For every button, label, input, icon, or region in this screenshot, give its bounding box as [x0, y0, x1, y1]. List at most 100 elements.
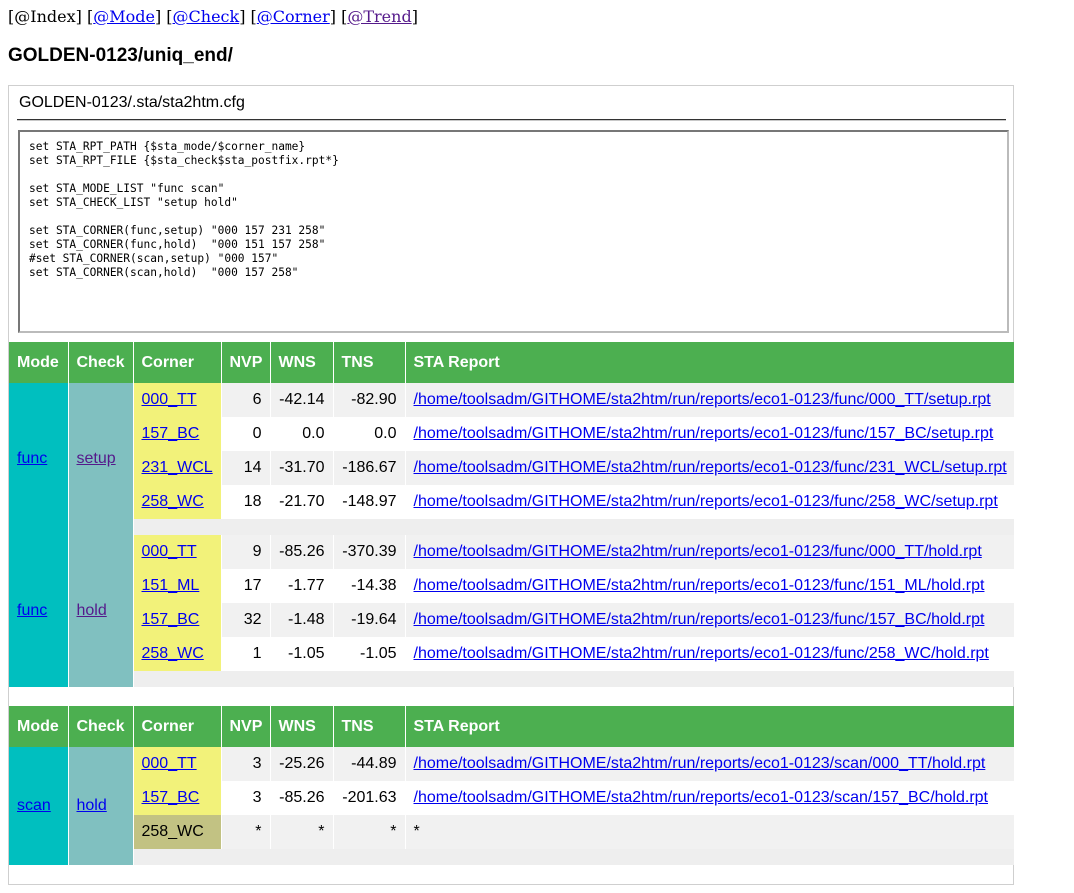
corner-link[interactable]: 258_WC	[142, 645, 204, 662]
nvp-cell: 3	[221, 747, 271, 781]
column-header-mode: Mode	[9, 706, 69, 747]
sta-table-2: Mode Check Corner NVP WNS TNS STA Report scan h…	[9, 706, 1015, 865]
corner-cell: 231_WCL	[133, 451, 222, 485]
check-cell: hold	[68, 747, 134, 865]
mode-link[interactable]: scan	[17, 797, 51, 814]
nvp-cell: 0	[221, 417, 271, 451]
corner-label: 258_WC	[141, 823, 204, 840]
corner-link[interactable]: 151_ML	[142, 577, 200, 594]
check-link[interactable]: hold	[77, 602, 107, 619]
table-row: 231_WCL 14 -31.70 -186.67/home/toolsadm/GIT…	[9, 451, 1015, 485]
config-divider	[17, 119, 1006, 121]
report-link[interactable]: /home/toolsadm/GITHOME/sta2htm/run/repor…	[414, 755, 986, 772]
column-header-wns: WNS	[270, 342, 334, 383]
corner-link[interactable]: 000_TT	[142, 755, 197, 772]
corner-link[interactable]: 000_TT	[142, 391, 197, 408]
bracket-close: ]	[154, 7, 162, 26]
table-row: 157_BC 0 0.0 0.0/home/toolsadm/GITHOME/sta2…	[9, 417, 1015, 451]
tns-cell: 0.0	[333, 417, 406, 451]
report-cell: /home/toolsadm/GITHOME/sta2htm/run/repor…	[405, 417, 1015, 451]
report-cell: /home/toolsadm/GITHOME/sta2htm/run/repor…	[405, 637, 1015, 671]
report-cell: /home/toolsadm/GITHOME/sta2htm/run/repor…	[405, 569, 1015, 603]
corner-cell: 151_ML	[133, 569, 222, 603]
check-link[interactable]: setup	[77, 450, 116, 467]
tns-cell: -186.67	[333, 451, 406, 485]
report-link[interactable]: /home/toolsadm/GITHOME/sta2htm/run/repor…	[414, 789, 989, 806]
corner-cell: 000_TT	[133, 747, 222, 781]
nvp-cell: 14	[221, 451, 271, 485]
nvp-cell: 1	[221, 637, 271, 671]
corner-cell: 258_WC	[133, 485, 222, 519]
mode-cell: func	[9, 535, 69, 687]
wns-cell: -1.77	[270, 569, 334, 603]
tns-cell: -19.64	[333, 603, 406, 637]
corner-link[interactable]: 231_WCL	[142, 459, 213, 476]
tns-cell: -148.97	[333, 485, 406, 519]
group-spacer-row	[9, 519, 1015, 535]
corner-link[interactable]: 157_BC	[142, 789, 200, 806]
wns-cell: 0.0	[270, 417, 334, 451]
wns-cell: -31.70	[270, 451, 334, 485]
config-title: GOLDEN-0123/.sta/sta2htm.cfg	[19, 94, 245, 111]
report-link[interactable]: /home/toolsadm/GITHOME/sta2htm/run/repor…	[414, 645, 989, 662]
report-panel: GOLDEN-0123/.sta/sta2htm.cfg set STA_RPT…	[8, 85, 1015, 885]
bracket-close: ]	[329, 7, 336, 26]
report-link[interactable]: /home/toolsadm/GITHOME/sta2htm/run/repor…	[414, 459, 1007, 476]
corner-cell: 000_TT	[133, 383, 222, 417]
column-header-sta-report: STA Report	[405, 706, 1015, 747]
group-spacer-row	[9, 849, 1015, 865]
report-link[interactable]: /home/toolsadm/GITHOME/sta2htm/run/repor…	[414, 425, 994, 442]
corner-cell: 000_TT	[133, 535, 222, 569]
nav-link-trend[interactable]: @Trend	[347, 7, 411, 26]
check-cell: setup	[68, 383, 134, 535]
nav-link-corner[interactable]: @Corner	[257, 7, 330, 26]
tns-cell: -14.38	[333, 569, 406, 603]
report-link[interactable]: /home/toolsadm/GITHOME/sta2htm/run/repor…	[414, 577, 985, 594]
group-spacer	[133, 671, 1015, 687]
page-title: GOLDEN-0123/uniq_end/	[8, 45, 233, 66]
mode-link[interactable]: func	[17, 602, 47, 619]
report-link[interactable]: /home/toolsadm/GITHOME/sta2htm/run/repor…	[414, 493, 998, 510]
wns-cell: -42.14	[270, 383, 334, 417]
corner-link[interactable]: 258_WC	[142, 493, 204, 510]
report-link[interactable]: /home/toolsadm/GITHOME/sta2htm/run/repor…	[414, 611, 985, 628]
wns-cell: *	[270, 815, 334, 849]
nvp-cell: *	[221, 815, 271, 849]
nvp-cell: 3	[221, 781, 271, 815]
bracket-close: ]	[75, 7, 82, 26]
tns-cell: -82.90	[333, 383, 406, 417]
mode-link[interactable]: func	[17, 450, 47, 467]
report-link[interactable]: /home/toolsadm/GITHOME/sta2htm/run/repor…	[414, 543, 982, 560]
corner-link[interactable]: 157_BC	[142, 425, 200, 442]
column-header-check: Check	[68, 342, 134, 383]
nvp-cell: 9	[221, 535, 271, 569]
report-link[interactable]: /home/toolsadm/GITHOME/sta2htm/run/repor…	[414, 391, 991, 408]
report-placeholder: *	[413, 823, 420, 840]
nvp-cell: 18	[221, 485, 271, 519]
column-header-tns: TNS	[333, 342, 406, 383]
group-spacer-row	[9, 671, 1015, 687]
corner-link[interactable]: 157_BC	[142, 611, 200, 628]
corner-cell: 157_BC	[133, 781, 222, 815]
report-cell: *	[405, 815, 1015, 849]
config-content: set STA_RPT_PATH {$sta_mode/$corner_name…	[18, 130, 1009, 333]
table-row: 157_BC 32 -1.48 -19.64/home/toolsadm/GITHOM…	[9, 603, 1015, 637]
report-cell: /home/toolsadm/GITHOME/sta2htm/run/repor…	[405, 451, 1015, 485]
table-row: func setup 000_TT 6 -42.14 -82.90/home/toolsa…	[9, 383, 1015, 535]
tns-cell: -201.63	[333, 781, 406, 815]
corner-cell: 258_WC	[133, 637, 222, 671]
check-link[interactable]: hold	[77, 797, 107, 814]
corner-link[interactable]: 000_TT	[142, 543, 197, 560]
wns-cell: -1.48	[270, 603, 334, 637]
nav-link-mode[interactable]: @Mode	[93, 7, 155, 26]
mode-cell: func	[9, 383, 69, 535]
nvp-cell: 17	[221, 569, 271, 603]
bracket-close: ]	[239, 7, 246, 26]
wns-cell: -85.26	[270, 781, 334, 815]
wns-cell: -21.70	[270, 485, 334, 519]
corner-cell: 157_BC	[133, 603, 222, 637]
table-row: scan hold 000_TT 3 -25.26 -44.89/home/toolsad…	[9, 747, 1015, 865]
table-row: 258_WC 1 -1.05 -1.05/home/toolsadm/GITHOME/…	[9, 637, 1015, 671]
nav-link-check[interactable]: @Check	[173, 7, 240, 26]
report-cell: /home/toolsadm/GITHOME/sta2htm/run/repor…	[405, 535, 1015, 569]
